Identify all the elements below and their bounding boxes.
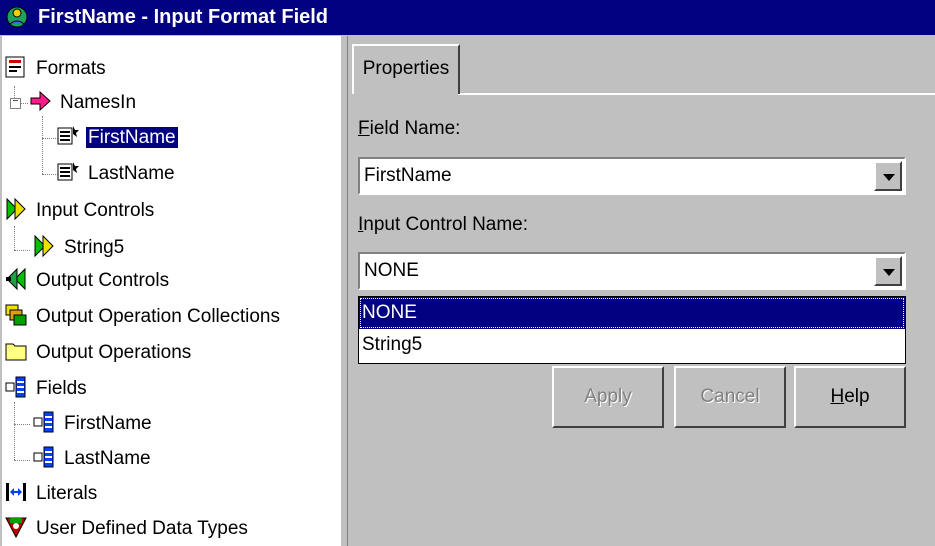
apply-button[interactable]: Apply [552, 366, 664, 428]
tab-label: Properties [362, 58, 450, 79]
tree-item-label: Fields [36, 378, 87, 399]
tree-item-user-defined-data-types[interactable]: User Defined Data Types [4, 514, 250, 544]
chevron-down-icon [883, 174, 895, 181]
literals-icon [6, 482, 26, 501]
chevron-down-icon [883, 269, 895, 276]
tree-item-label: LastName [88, 163, 175, 184]
tree-item-fields-lastname[interactable]: LastName [32, 444, 153, 474]
pink-arrow-icon [30, 90, 51, 112]
tree-item-input-controls[interactable]: Input Controls [4, 196, 156, 226]
dropdown-option-none[interactable]: NONE [359, 297, 905, 329]
tree-connector [14, 226, 15, 250]
tree-item-string5[interactable]: String5 [32, 233, 126, 263]
tree-item-output-operation-collections[interactable]: Output Operation Collections [4, 302, 282, 332]
title-bar[interactable]: FirstName - Input Format Field [0, 0, 935, 35]
output-controls-icon [6, 267, 26, 291]
output-op-collections-icon [5, 304, 27, 326]
help-button[interactable]: Help [794, 366, 906, 428]
main-window: FirstName - Input Format Field − Formats… [0, 0, 935, 546]
tree-connector [42, 116, 43, 174]
tree-item-label: Output Operation Collections [36, 306, 280, 327]
tree-item-label: Literals [36, 483, 98, 504]
cancel-button[interactable]: Cancel [674, 366, 786, 428]
input-control-dropdown-list[interactable]: NONE String5 [358, 296, 906, 364]
tree-item-label: Input Controls [36, 200, 155, 221]
dropdown-option-string5[interactable]: String5 [359, 329, 905, 361]
formats-icon [5, 56, 25, 78]
tree-item-fields-firstname[interactable]: FirstName [32, 409, 154, 439]
tree-connector [14, 424, 30, 425]
tree-item-label: LastName [64, 448, 151, 469]
input-controls-icon [6, 197, 26, 221]
tree-item-label: String5 [64, 237, 125, 258]
format-field-icon [57, 125, 79, 145]
field-name-label: Field Name: [358, 118, 461, 139]
fields-icon [33, 411, 54, 433]
tree-item-formats[interactable]: Formats [4, 54, 108, 84]
tree-item-output-controls[interactable]: Output Controls [4, 266, 171, 296]
properties-pane: Properties Field Name: FirstName Input C… [348, 36, 935, 546]
format-tree[interactable]: − Formats NamesIn FirstName LastName Inp… [2, 36, 342, 546]
udt-icon [5, 517, 27, 539]
tree-connector [20, 103, 28, 104]
input-control-name-label: Input Control Name: [358, 214, 529, 235]
tree-item-label: NamesIn [60, 92, 137, 113]
input-control-dropdown-button[interactable] [874, 256, 902, 286]
input-control-name-combo[interactable]: NONE [358, 252, 906, 290]
tree-item-label: Output Operations [36, 342, 192, 363]
window-title: FirstName - Input Format Field [38, 6, 329, 28]
tab-panel-edge [458, 93, 935, 95]
tree-connector [14, 460, 30, 461]
tree-item-label: Output Controls [36, 270, 170, 291]
tab-properties[interactable]: Properties [352, 44, 460, 94]
tree-item-output-operations[interactable]: Output Operations [4, 338, 193, 368]
field-name-dropdown-button[interactable] [874, 161, 902, 191]
tree-item-literals[interactable]: Literals [4, 479, 99, 509]
input-control-name-value: NONE [364, 260, 419, 281]
field-name-combo[interactable]: FirstName [358, 157, 906, 195]
tree-item-namesin[interactable]: NamesIn [28, 88, 138, 118]
fields-icon [33, 446, 54, 468]
tree-connector [14, 250, 30, 251]
tree-item-label: Formats [36, 58, 106, 79]
fields-icon [5, 376, 26, 398]
tree-connector [14, 402, 15, 460]
tree-item-firstname[interactable]: FirstName [56, 123, 179, 153]
folder-icon [5, 343, 27, 361]
tree-item-label: FirstName [64, 413, 152, 434]
app-icon[interactable] [4, 4, 30, 30]
format-field-icon [57, 161, 79, 181]
tree-item-lastname[interactable]: LastName [56, 159, 177, 189]
tree-item-label: User Defined Data Types [36, 518, 248, 539]
pane-splitter[interactable] [340, 36, 348, 546]
input-controls-icon [34, 234, 54, 258]
tree-item-label: FirstName [85, 126, 179, 149]
field-name-value: FirstName [364, 165, 452, 186]
tree-item-fields[interactable]: Fields [4, 374, 89, 404]
